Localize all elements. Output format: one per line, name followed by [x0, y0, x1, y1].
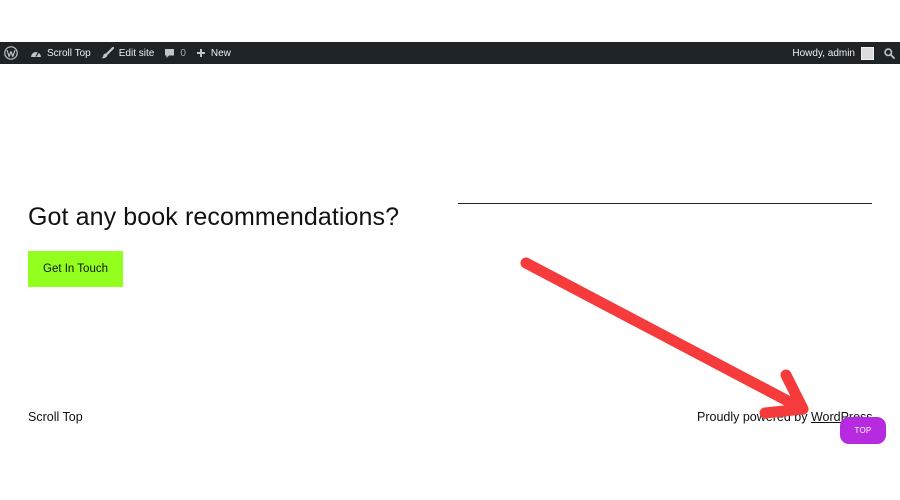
plus-icon: [196, 49, 205, 57]
site-name-menu[interactable]: Scroll Top: [25, 42, 96, 64]
admin-bar: Scroll Top Edit site 0 New Howdy, admin: [0, 42, 900, 64]
comments-count: 0: [180, 47, 186, 59]
cta-heading: Got any book recommendations?: [28, 203, 400, 231]
scroll-to-top-button[interactable]: TOP: [840, 417, 886, 444]
dashboard-gauge-icon: [31, 51, 41, 57]
edit-site-menu[interactable]: Edit site: [96, 42, 160, 64]
search-button[interactable]: [879, 42, 900, 64]
brush-icon: [101, 47, 114, 59]
avatar: [861, 46, 874, 60]
admin-bar-left: Scroll Top Edit site 0 New: [0, 42, 236, 64]
new-content-menu[interactable]: New: [191, 42, 236, 64]
greeting-label: Howdy, admin: [792, 47, 855, 59]
footer-site-title[interactable]: Scroll Top: [28, 410, 83, 424]
get-in-touch-button[interactable]: Get In Touch: [28, 251, 123, 287]
admin-bar-right: Howdy, admin: [787, 42, 900, 64]
comments-menu[interactable]: 0: [159, 42, 191, 64]
my-account-menu[interactable]: Howdy, admin: [787, 42, 879, 64]
comment-bubble-icon: [165, 48, 175, 58]
separator-line: [458, 203, 872, 204]
footer-credit-prefix: Proudly powered by: [697, 410, 811, 424]
wordpress-logo-icon: [4, 46, 18, 60]
annotation-arrow: [520, 257, 809, 419]
new-label: New: [210, 47, 231, 59]
site-name-label: Scroll Top: [47, 47, 91, 59]
edit-site-label: Edit site: [118, 47, 155, 59]
wordpress-logo-menu[interactable]: [0, 42, 25, 64]
search-icon: [884, 47, 895, 59]
